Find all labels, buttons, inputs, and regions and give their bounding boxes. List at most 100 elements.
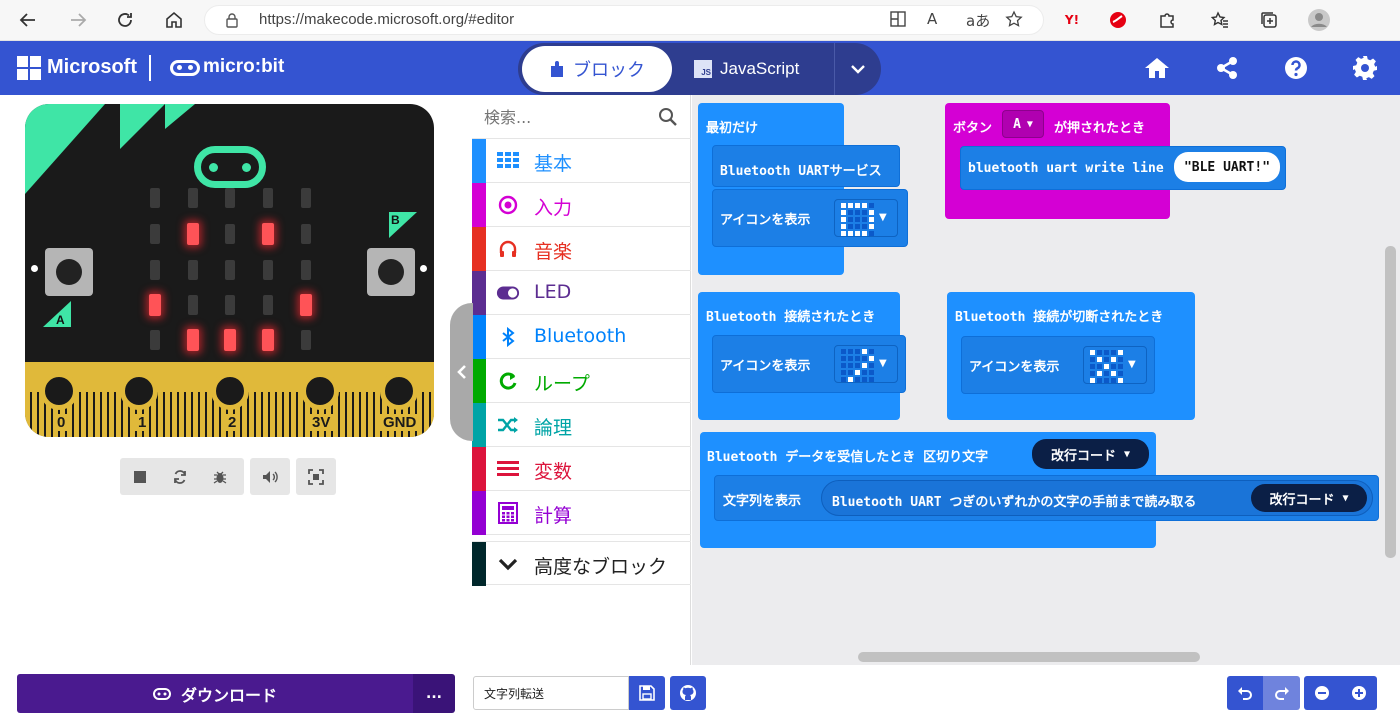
reader-icon[interactable]: [889, 10, 907, 32]
save-button[interactable]: [629, 676, 665, 710]
forward-icon[interactable]: [64, 7, 92, 33]
stop-button[interactable]: [120, 458, 160, 495]
led-on: [149, 294, 161, 316]
collapse-simulator-button[interactable]: [450, 303, 473, 441]
led-off: [263, 295, 273, 315]
toolbox-category[interactable]: 変数: [472, 447, 691, 491]
home-button[interactable]: [1143, 54, 1171, 82]
project-name-input[interactable]: [473, 676, 629, 710]
vertical-scrollbar[interactable]: [1385, 246, 1396, 558]
icon-pixel: [862, 356, 867, 361]
settings-button[interactable]: [1351, 54, 1379, 82]
icon-pixel: [1090, 357, 1095, 362]
toolbox-category[interactable]: 入力: [472, 183, 691, 227]
toolbox-category[interactable]: LED: [472, 271, 691, 315]
zoom-out-button[interactable]: [1304, 676, 1340, 710]
debug-button[interactable]: [200, 458, 240, 495]
toolbox-category[interactable]: 論理: [472, 403, 691, 447]
read-aloud-icon[interactable]: A: [927, 10, 937, 28]
icon-dropdown-1[interactable]: ▼: [834, 199, 898, 237]
search-icon[interactable]: [658, 107, 678, 131]
fullscreen-button[interactable]: [296, 458, 336, 495]
toolbox-category[interactable]: ループ: [472, 359, 691, 403]
translate-icon[interactable]: aあ: [966, 10, 990, 31]
pin-2[interactable]: [211, 372, 249, 410]
button-a[interactable]: [45, 248, 93, 296]
tab-javascript[interactable]: JS JavaScript: [694, 46, 834, 92]
undo-button[interactable]: [1227, 676, 1263, 710]
ble-text-input[interactable]: " BLE UART! ": [1174, 152, 1280, 182]
button-b[interactable]: [367, 248, 415, 296]
toolbox-category[interactable]: 高度なブロック: [472, 541, 691, 586]
toolbox-category[interactable]: 基本: [472, 139, 691, 183]
mute-button[interactable]: [250, 458, 290, 495]
share-icon: [1217, 57, 1237, 79]
delimiter-dropdown-1[interactable]: 改行コード ▼: [1032, 439, 1149, 469]
icon-pixel: [848, 363, 853, 368]
horizontal-scrollbar[interactable]: [858, 652, 1200, 662]
toolbox-category[interactable]: 計算: [472, 491, 691, 535]
icon-pixel: [841, 356, 846, 361]
header-divider: [149, 55, 151, 81]
icon-pixel: [862, 203, 867, 208]
debug-icon: [213, 471, 227, 484]
favorites-icon[interactable]: [1206, 7, 1234, 33]
mode-dropdown-chevron-icon[interactable]: [834, 43, 881, 95]
microsoft-label[interactable]: Microsoft: [47, 56, 137, 79]
redo-button[interactable]: [1263, 676, 1300, 710]
address-bar[interactable]: https://makecode.microsoft.org/#editor A…: [204, 5, 1044, 35]
toggle-icon: [496, 281, 520, 305]
icon-pixel: [848, 370, 853, 375]
calculator-icon: [496, 501, 520, 525]
lock-icon[interactable]: [225, 12, 239, 32]
on-disconnected-label: Bluetooth 接続が切断されたとき: [955, 310, 1164, 325]
icon-dropdown-3[interactable]: ▼: [1083, 346, 1147, 384]
icon-pixel: [1104, 357, 1109, 362]
icon-dropdown-2[interactable]: ▼: [834, 345, 898, 383]
download-more-button[interactable]: ...: [413, 674, 455, 713]
download-button[interactable]: ダウンロード: [17, 674, 413, 713]
help-button[interactable]: [1282, 54, 1310, 82]
tab-blocks[interactable]: ブロック: [522, 46, 672, 92]
extension-icon[interactable]: [1104, 7, 1132, 33]
refresh-icon[interactable]: [111, 7, 139, 33]
share-button[interactable]: [1213, 54, 1241, 82]
button-select-dropdown[interactable]: A ▼: [1002, 110, 1044, 138]
blocks-workspace[interactable]: 最初だけ Bluetooth UARTサービス アイコンを表示 ▼ ボタン A …: [692, 95, 1400, 665]
collections-icon[interactable]: [1255, 7, 1283, 33]
delimiter-dropdown-2[interactable]: 改行コード ▼: [1251, 484, 1367, 512]
headphones-icon: [496, 237, 520, 261]
icon-pixel: [1118, 357, 1123, 362]
home-icon[interactable]: [160, 7, 188, 33]
pin-1[interactable]: [120, 372, 158, 410]
category-label: 入力: [534, 197, 573, 219]
puzzle-icon[interactable]: [1153, 7, 1181, 33]
zoom-in-button[interactable]: [1340, 676, 1377, 710]
search-input[interactable]: [484, 103, 654, 131]
microbit-board[interactable]: A B 0 1 2 3V GND: [25, 104, 434, 437]
restart-button[interactable]: [160, 458, 200, 495]
profile-icon[interactable]: [1305, 7, 1333, 33]
icon-pixel: [841, 370, 846, 375]
microsoft-logo[interactable]: [17, 56, 41, 80]
led-on: [262, 329, 274, 351]
pin-3v[interactable]: [301, 372, 339, 410]
pin-0[interactable]: [40, 372, 78, 410]
pin-3v-label: 3V: [309, 414, 334, 431]
icon-pixel: [855, 349, 860, 354]
category-label: 論理: [534, 417, 573, 439]
icon-pixel: [1097, 357, 1102, 362]
yahoo-icon[interactable]: Y!: [1058, 7, 1086, 33]
icon-pixel: [848, 224, 853, 229]
icon-pixel: [1111, 357, 1116, 362]
microbit-label[interactable]: micro:bit: [203, 56, 284, 78]
github-button[interactable]: [670, 676, 706, 710]
back-icon[interactable]: [14, 7, 42, 33]
toolbox-category[interactable]: 音楽: [472, 227, 691, 271]
favorite-icon[interactable]: [1005, 10, 1023, 32]
microbit-logo[interactable]: [170, 60, 200, 76]
browser-toolbar: https://makecode.microsoft.org/#editor A…: [0, 0, 1400, 41]
input-icon: [496, 193, 520, 217]
toolbox-category[interactable]: Bluetooth: [472, 315, 691, 359]
pin-gnd[interactable]: [380, 372, 418, 410]
